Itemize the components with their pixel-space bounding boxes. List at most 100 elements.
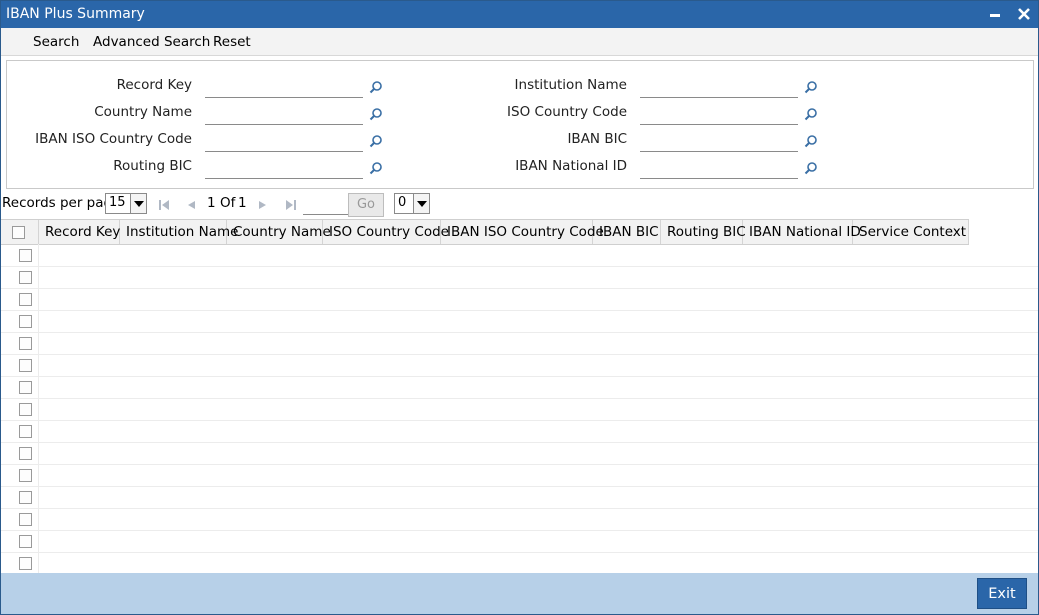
- iban-national-id-search-icon[interactable]: [804, 161, 818, 175]
- pagination-bar: Records per page 15 1 Of 1 Go 0: [1, 190, 1038, 218]
- previous-page-icon[interactable]: [185, 199, 197, 211]
- table-row[interactable]: [1, 464, 1038, 487]
- routing-bic-input[interactable]: [205, 158, 363, 179]
- column-header-service-context[interactable]: Service Context: [853, 220, 969, 244]
- chevron-down-icon: [413, 194, 429, 213]
- close-icon[interactable]: [1015, 5, 1033, 23]
- iban-iso-country-code-label: IBAN ISO Country Code: [35, 131, 192, 147]
- last-page-icon[interactable]: [285, 199, 297, 211]
- iban-bic-search-icon[interactable]: [804, 134, 818, 148]
- row-checkbox[interactable]: [19, 447, 32, 460]
- row-checkbox[interactable]: [19, 359, 32, 372]
- column-header-iban-bic[interactable]: IBAN BIC: [593, 220, 661, 244]
- grid-header: Record Key Institution Name Country Name…: [1, 219, 969, 245]
- table-row[interactable]: [1, 288, 1038, 311]
- institution-name-input[interactable]: [640, 77, 798, 98]
- row-checkbox[interactable]: [19, 315, 32, 328]
- search-criteria-panel: Record Key Country Name IBAN ISO Country…: [6, 60, 1034, 189]
- table-row[interactable]: [1, 354, 1038, 377]
- table-row[interactable]: [1, 486, 1038, 509]
- row-divider: [38, 486, 39, 508]
- row-checkbox[interactable]: [19, 403, 32, 416]
- next-page-icon[interactable]: [257, 199, 269, 211]
- table-row[interactable]: [1, 376, 1038, 399]
- row-checkbox[interactable]: [19, 381, 32, 394]
- select-all-cell: [1, 220, 39, 244]
- of-label: Of: [220, 195, 236, 211]
- column-header-routing-bic[interactable]: Routing BIC: [661, 220, 746, 244]
- row-divider: [38, 552, 39, 574]
- table-row[interactable]: [1, 266, 1038, 289]
- row-checkbox[interactable]: [19, 425, 32, 438]
- iban-national-id-label: IBAN National ID: [515, 158, 627, 174]
- total-pages: 1: [238, 195, 247, 211]
- record-key-input[interactable]: [205, 77, 363, 98]
- exit-button[interactable]: Exit: [977, 578, 1027, 609]
- column-header-country-name[interactable]: Country Name: [227, 220, 331, 244]
- title-bar: IBAN Plus Summary: [1, 1, 1038, 28]
- iban-bic-input[interactable]: [640, 131, 798, 152]
- column-header-iban-iso-country-code[interactable]: IBAN ISO Country Code: [441, 220, 604, 244]
- table-row[interactable]: [1, 552, 1038, 575]
- record-key-search-icon[interactable]: [369, 80, 383, 94]
- table-row[interactable]: [1, 442, 1038, 465]
- row-divider: [38, 266, 39, 288]
- minimize-icon[interactable]: [986, 5, 1004, 23]
- iban-iso-country-code-search-icon[interactable]: [369, 134, 383, 148]
- row-divider: [38, 464, 39, 486]
- iban-plus-summary-window: IBAN Plus Summary Search Advanced Search…: [0, 0, 1039, 615]
- record-key-label: Record Key: [116, 77, 192, 93]
- filter-value: 0: [398, 195, 407, 210]
- select-all-checkbox[interactable]: [12, 226, 25, 239]
- routing-bic-search-icon[interactable]: [369, 161, 383, 175]
- row-checkbox[interactable]: [19, 557, 32, 570]
- institution-name-label: Institution Name: [514, 77, 627, 93]
- row-divider: [38, 354, 39, 376]
- advanced-search-menu-item[interactable]: Advanced Search: [93, 34, 210, 50]
- row-checkbox[interactable]: [19, 271, 32, 284]
- table-row[interactable]: [1, 420, 1038, 443]
- records-per-page-value: 15: [109, 195, 126, 210]
- column-header-institution-name[interactable]: Institution Name: [120, 220, 238, 244]
- row-divider: [38, 244, 39, 266]
- row-divider: [38, 398, 39, 420]
- filter-select[interactable]: 0: [394, 193, 430, 214]
- table-row[interactable]: [1, 332, 1038, 355]
- current-page: 1: [207, 195, 216, 211]
- row-divider: [38, 310, 39, 332]
- country-name-label: Country Name: [94, 104, 192, 120]
- table-row[interactable]: [1, 508, 1038, 531]
- results-grid: Record Key Institution Name Country Name…: [1, 219, 1038, 575]
- row-checkbox[interactable]: [19, 469, 32, 482]
- iso-country-code-input[interactable]: [640, 104, 798, 125]
- go-button[interactable]: Go: [348, 193, 384, 217]
- routing-bic-label: Routing BIC: [113, 158, 192, 174]
- country-name-search-icon[interactable]: [369, 107, 383, 121]
- records-per-page-select[interactable]: 15: [105, 193, 147, 214]
- row-checkbox[interactable]: [19, 535, 32, 548]
- row-divider: [38, 530, 39, 552]
- table-row[interactable]: [1, 398, 1038, 421]
- row-checkbox[interactable]: [19, 491, 32, 504]
- row-checkbox[interactable]: [19, 513, 32, 526]
- search-menu-item[interactable]: Search: [33, 34, 79, 50]
- reset-menu-item[interactable]: Reset: [213, 34, 251, 50]
- iso-country-code-search-icon[interactable]: [804, 107, 818, 121]
- institution-name-search-icon[interactable]: [804, 80, 818, 94]
- window-title: IBAN Plus Summary: [6, 6, 145, 22]
- row-checkbox[interactable]: [19, 337, 32, 350]
- country-name-input[interactable]: [205, 104, 363, 125]
- first-page-icon[interactable]: [158, 199, 170, 211]
- column-header-iban-national-id[interactable]: IBAN National ID: [743, 220, 861, 244]
- row-checkbox[interactable]: [19, 293, 32, 306]
- column-header-iso-country-code[interactable]: ISO Country Code: [323, 220, 449, 244]
- menu-bar: Search Advanced Search Reset: [1, 28, 1038, 56]
- table-row[interactable]: [1, 244, 1038, 267]
- row-checkbox[interactable]: [19, 249, 32, 262]
- column-header-record-key[interactable]: Record Key: [39, 220, 120, 244]
- iban-iso-country-code-input[interactable]: [205, 131, 363, 152]
- table-row[interactable]: [1, 530, 1038, 553]
- iban-national-id-input[interactable]: [640, 158, 798, 179]
- table-row[interactable]: [1, 310, 1038, 333]
- goto-page-input[interactable]: [303, 196, 349, 215]
